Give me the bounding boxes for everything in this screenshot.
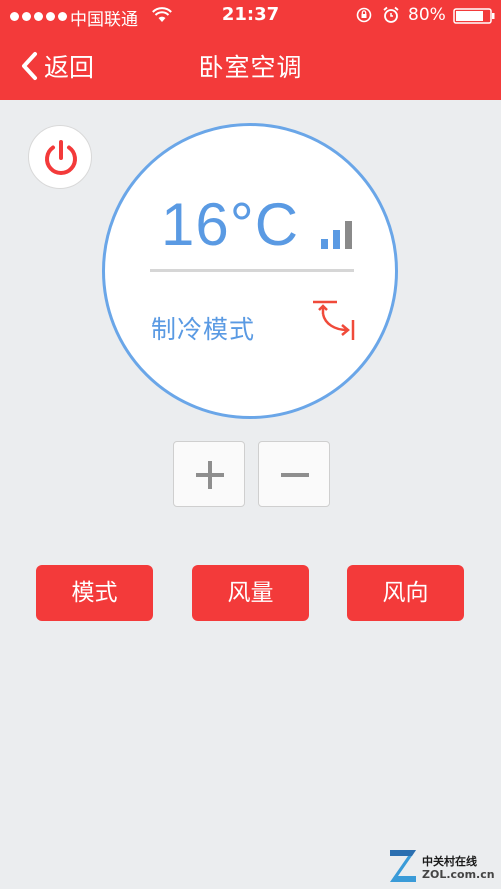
temp-increase-button[interactable] bbox=[173, 441, 245, 507]
fan-direction-button[interactable]: 风向 bbox=[347, 565, 464, 621]
plus-icon bbox=[196, 461, 224, 489]
watermark: 中关村在线 ZOL.com.cn bbox=[386, 846, 498, 886]
nav-bar: 返回 卧室空调 bbox=[0, 32, 501, 100]
temp-decrease-button[interactable] bbox=[258, 441, 330, 507]
minus-icon bbox=[281, 473, 309, 477]
alarm-icon bbox=[383, 6, 399, 23]
zol-logo-icon bbox=[390, 850, 416, 882]
battery-percent: 80% bbox=[408, 5, 446, 25]
mode-label: 制冷模式 bbox=[151, 315, 256, 344]
watermark-en: ZOL.com.cn bbox=[422, 868, 495, 881]
power-button[interactable] bbox=[28, 125, 92, 189]
page-title: 卧室空调 bbox=[198, 53, 303, 82]
thermostat-dial: 16°C 制冷模式 bbox=[102, 123, 398, 419]
mode-button[interactable]: 模式 bbox=[36, 565, 153, 621]
dial-divider bbox=[150, 269, 354, 272]
battery-icon bbox=[453, 8, 495, 24]
fan-level-icon bbox=[321, 221, 352, 249]
fan-speed-button[interactable]: 风量 bbox=[192, 565, 309, 621]
swing-icon[interactable] bbox=[309, 298, 357, 342]
power-icon bbox=[45, 140, 77, 175]
top-bar: 中国联通 21:37 80% 返回 卧室空调 bbox=[0, 0, 501, 100]
watermark-cn: 中关村在线 bbox=[422, 855, 477, 868]
status-bar: 中国联通 21:37 80% bbox=[0, 0, 501, 32]
temperature-display: 16°C bbox=[161, 191, 300, 258]
orientation-lock-icon bbox=[356, 7, 372, 23]
